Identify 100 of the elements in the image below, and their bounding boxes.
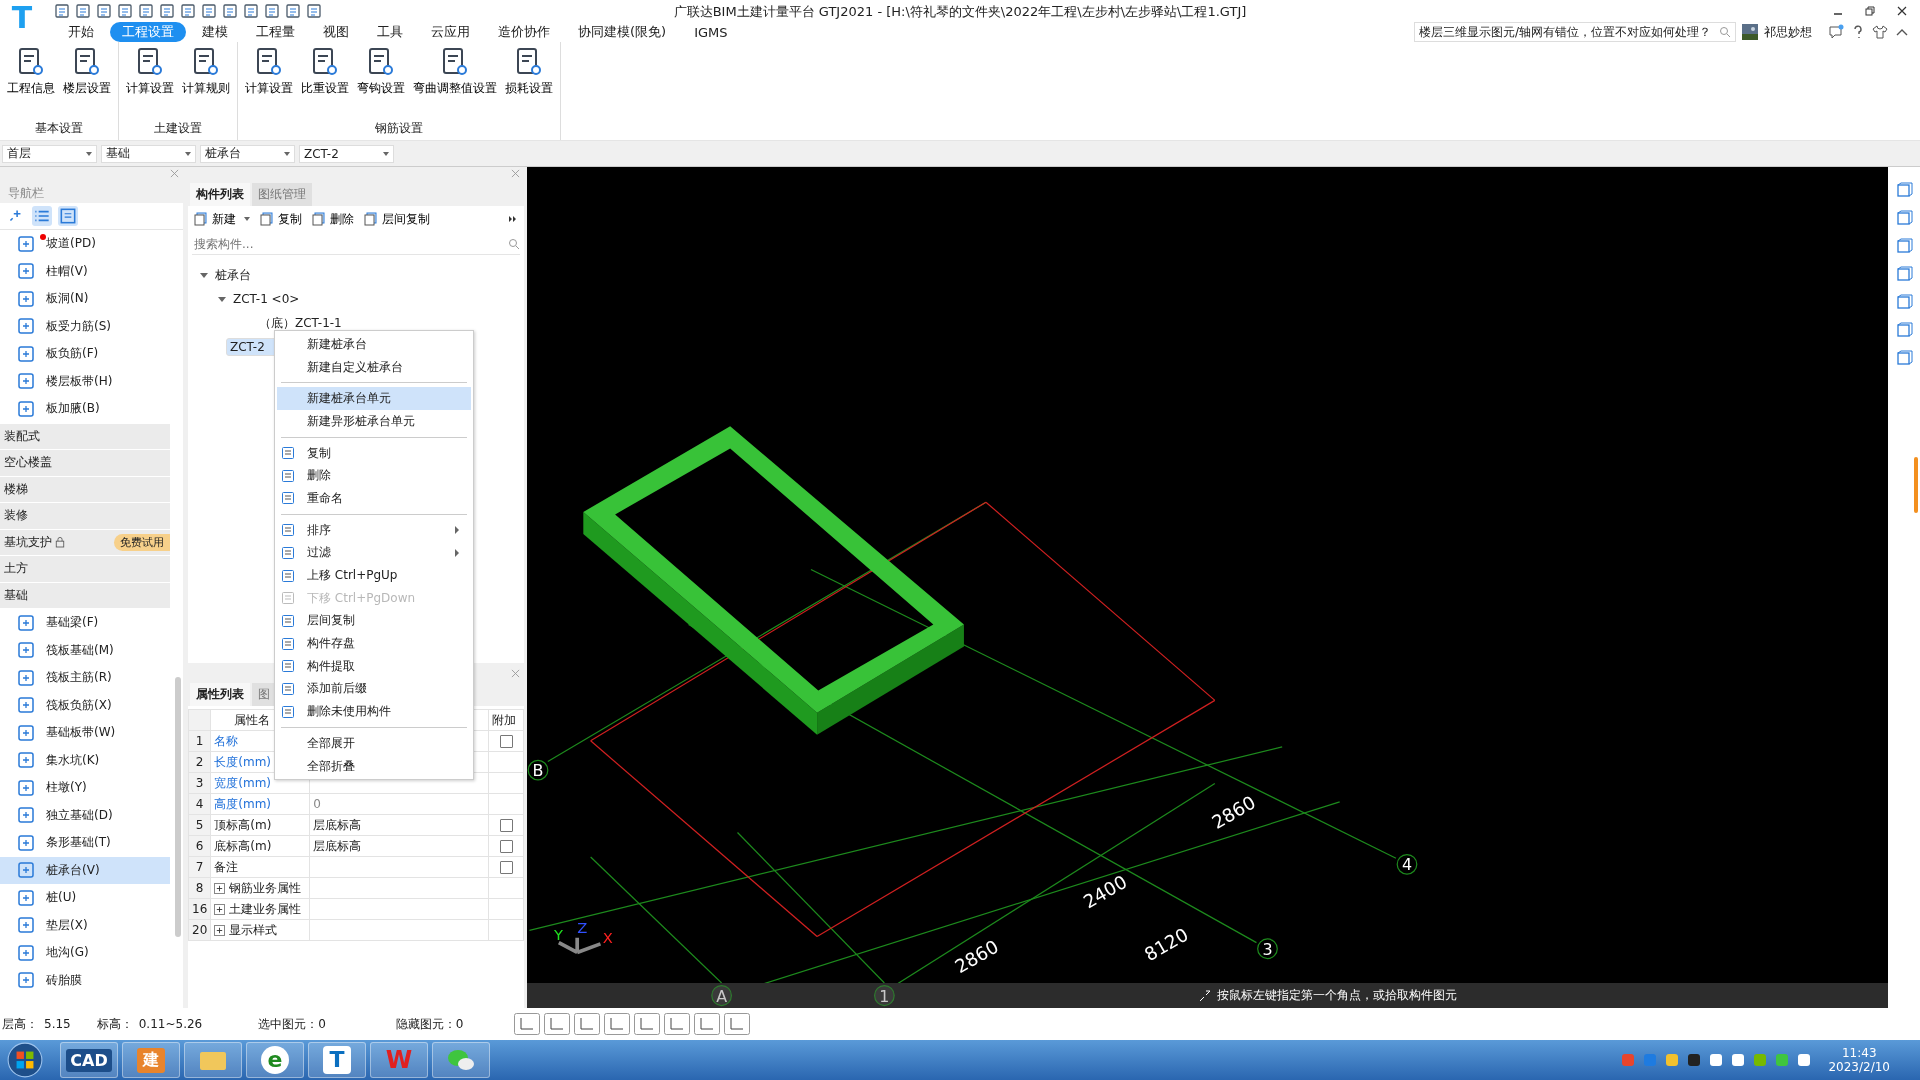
menu-tab[interactable]: 开始 <box>56 22 106 42</box>
nav-category[interactable]: 基坑支护 <box>4 533 52 551</box>
toolbar-button[interactable]: 新建 <box>194 210 250 228</box>
dropdown[interactable]: ZCT-2 <box>299 144 394 163</box>
view-icon[interactable] <box>1895 349 1913 367</box>
toolbar-button[interactable]: 复制 <box>260 210 302 228</box>
nav-item[interactable]: 独立基础(D) <box>0 801 170 829</box>
clock[interactable]: 11:43 2023/2/10 <box>1828 1046 1890 1074</box>
ribbon-button[interactable]: 损耗设置 <box>502 42 556 118</box>
menu-item[interactable]: 过滤 <box>277 541 471 565</box>
taskbar-app[interactable] <box>184 1042 242 1078</box>
menu-item[interactable]: 删除 <box>277 464 471 488</box>
menu-item[interactable]: 全部折叠 <box>277 754 471 778</box>
panel-tab[interactable]: 图纸管理 <box>252 183 312 206</box>
snap-tool-icon[interactable] <box>663 1013 690 1035</box>
trial-badge[interactable]: 免费试用 <box>114 533 170 551</box>
expand-icon[interactable] <box>200 272 208 278</box>
checkbox[interactable] <box>499 819 513 832</box>
checkbox[interactable] <box>499 861 513 874</box>
nav-item[interactable]: 垫层(X) <box>0 911 170 939</box>
nav-item[interactable]: 基础梁(F) <box>0 609 170 637</box>
nav-item[interactable]: 桩承台(V) <box>0 856 170 884</box>
search-field[interactable]: 搜索构件... <box>192 236 500 252</box>
taskbar-app[interactable]: CAD <box>60 1042 118 1078</box>
ribbon-button[interactable]: 计算设置 <box>123 42 177 118</box>
menu-item[interactable]: 重命名 <box>277 487 471 510</box>
menu-item[interactable]: 构件存盘 <box>277 632 471 655</box>
view-icon[interactable] <box>1895 209 1913 227</box>
tray-icon[interactable] <box>1664 1052 1681 1068</box>
view-icon[interactable] <box>1895 293 1913 311</box>
menu-item[interactable]: 新建桩承台单元 <box>277 387 471 411</box>
form-icon[interactable] <box>58 206 78 226</box>
ribbon-button[interactable]: 楼层设置 <box>60 42 114 118</box>
nav-item[interactable]: 砖胎膜 <box>0 966 170 994</box>
tree-item[interactable]: （底）ZCT-1-1 <box>256 312 345 334</box>
taskbar-app[interactable]: e <box>246 1042 304 1078</box>
nav-item[interactable]: 板受力筋(S) <box>0 312 170 340</box>
view-icon[interactable] <box>1895 181 1913 199</box>
dropdown[interactable]: 首层 <box>2 144 97 163</box>
tree-item[interactable]: ZCT-1 <0> <box>230 290 303 308</box>
expand-icon[interactable] <box>218 296 226 302</box>
ribbon-button[interactable]: 计算规则 <box>179 42 233 118</box>
tray-icon[interactable] <box>1774 1052 1791 1068</box>
tray-icon[interactable] <box>1708 1052 1725 1068</box>
search-icon[interactable] <box>508 238 520 250</box>
nav-item[interactable]: 筏板主筋(R) <box>0 664 170 692</box>
expand-icon[interactable] <box>214 882 226 894</box>
property-value[interactable]: 0 <box>313 797 321 811</box>
taskbar-app[interactable]: T <box>308 1042 366 1078</box>
toolbar-icon[interactable] <box>264 3 280 19</box>
help-search-field[interactable]: 楼层三维显示图元/轴网有错位，位置不对应如何处理？ <box>1413 22 1736 42</box>
view-icon[interactable] <box>1895 265 1913 283</box>
ribbon-button[interactable]: 比重设置 <box>298 42 352 118</box>
tray-icon[interactable] <box>1752 1052 1769 1068</box>
nav-item[interactable]: 板加腋(B) <box>0 395 170 423</box>
snap-tool-icon[interactable] <box>633 1013 660 1035</box>
toolbar-button[interactable]: 层间复制 <box>364 210 430 228</box>
tray-icon[interactable] <box>1686 1052 1703 1068</box>
pile-cap-drawing[interactable] <box>583 426 964 735</box>
nav-category[interactable]: 装修 <box>4 507 28 525</box>
menu-item[interactable]: 复制 <box>277 441 471 465</box>
menu-item[interactable]: 全部展开 <box>277 732 471 755</box>
expand-icon[interactable] <box>214 924 226 936</box>
snap-tool-icon[interactable] <box>543 1013 570 1035</box>
view-icon[interactable] <box>1895 237 1913 255</box>
toolbar-icon[interactable] <box>180 3 196 19</box>
ribbon-button[interactable]: 计算设置 <box>242 42 296 118</box>
nav-item[interactable]: 基础板带(W) <box>0 719 170 747</box>
chat-icon[interactable] <box>1828 24 1844 40</box>
nav-item[interactable]: 柱帽(V) <box>0 257 170 285</box>
menu-item[interactable]: 新建异形桩承台单元 <box>277 410 471 433</box>
menu-tab[interactable]: 云应用 <box>419 22 482 42</box>
nav-category[interactable]: 空心楼盖 <box>4 454 52 472</box>
start-button[interactable] <box>6 1041 44 1079</box>
shirt-icon[interactable] <box>1872 24 1888 40</box>
nav-item[interactable]: 坡道(PD) <box>0 230 170 258</box>
snap-tool-icon[interactable] <box>693 1013 720 1035</box>
nav-item[interactable]: 板洞(N) <box>0 285 170 313</box>
menu-item[interactable]: 新建自定义桩承台 <box>277 355 471 379</box>
nav-category[interactable]: 基础 <box>4 586 28 604</box>
menu-tab[interactable]: 视图 <box>311 22 361 42</box>
user-name[interactable]: 祁思妙想 <box>1764 23 1812 41</box>
property-value[interactable]: 层底标高 <box>313 817 362 832</box>
nav-item[interactable]: 集水坑(K) <box>0 746 170 774</box>
tray-icon[interactable] <box>1730 1052 1747 1068</box>
menu-item[interactable]: 层间复制 <box>277 609 471 633</box>
toolbar-icon[interactable] <box>306 3 322 19</box>
ribbon-button[interactable]: 工程信息 <box>4 42 58 118</box>
nav-item[interactable]: 地沟(G) <box>0 939 170 967</box>
nav-item[interactable]: 柱墩(Y) <box>0 774 170 802</box>
menu-tab[interactable]: 工具 <box>365 22 415 42</box>
checkbox[interactable] <box>499 735 513 748</box>
toolbar-icon[interactable] <box>54 3 70 19</box>
nav-category[interactable]: 装配式 <box>4 427 40 445</box>
menu-item[interactable]: 排序 <box>277 518 471 542</box>
search-icon[interactable] <box>1719 26 1731 38</box>
panel-tab[interactable]: 构件列表 <box>190 183 250 206</box>
snap-tool-icon[interactable] <box>573 1013 600 1035</box>
nav-item[interactable]: 筏板负筋(X) <box>0 691 170 719</box>
snap-tool-icon[interactable] <box>603 1013 630 1035</box>
